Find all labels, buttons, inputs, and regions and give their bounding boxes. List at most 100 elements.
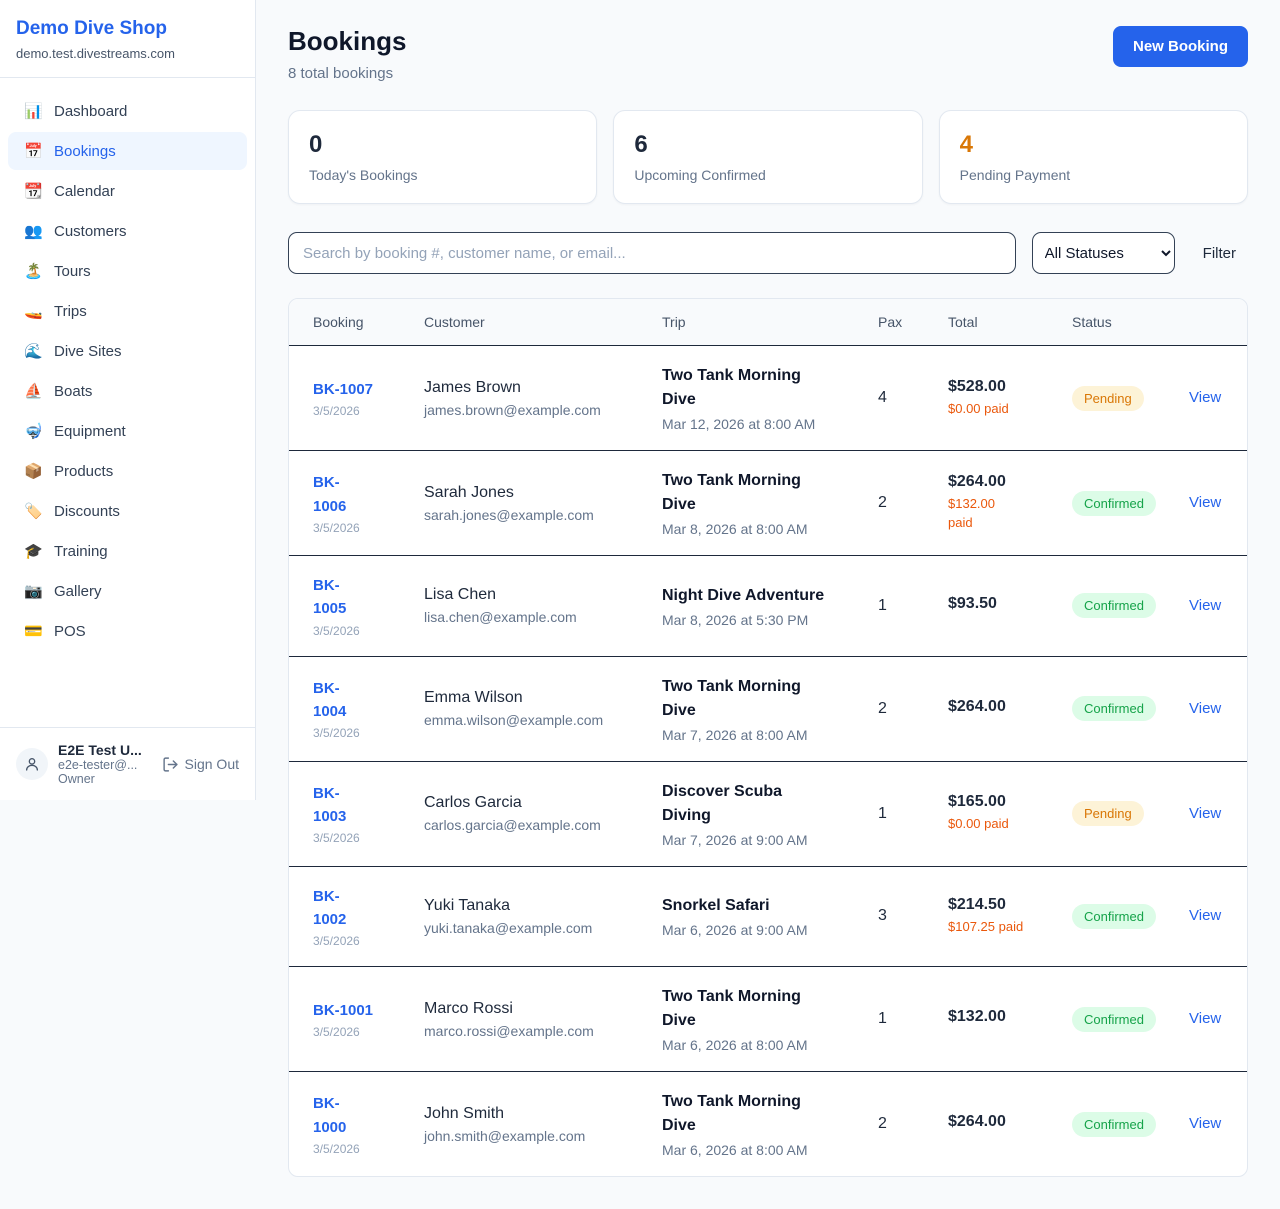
new-booking-button[interactable]: New Booking: [1113, 26, 1248, 67]
booking-id-link[interactable]: BK- 1003: [313, 782, 424, 829]
customer-email: carlos.garcia@example.com: [424, 817, 662, 833]
customer-name: John Smith: [424, 1105, 662, 1123]
status-select[interactable]: All Statuses: [1032, 232, 1175, 274]
customer-name: Lisa Chen: [424, 586, 662, 604]
sidebar-item-trips[interactable]: 🚤 Trips: [8, 292, 247, 330]
view-link[interactable]: View: [1189, 389, 1221, 406]
shop-name: Demo Dive Shop: [16, 18, 239, 40]
booking-id-link[interactable]: BK-1007: [313, 378, 424, 401]
search-input[interactable]: [288, 232, 1016, 274]
sidebar-item-gallery[interactable]: 📷 Gallery: [8, 572, 247, 610]
stat-label: Pending Payment: [960, 167, 1227, 183]
booking-date: 3/5/2026: [313, 1025, 424, 1039]
sidebar-item-dashboard[interactable]: 📊 Dashboard: [8, 92, 247, 130]
view-link[interactable]: View: [1189, 1010, 1221, 1027]
booking-id-link[interactable]: BK- 1005: [313, 574, 424, 621]
stat-card-upcoming-confirmed: 6 Upcoming Confirmed: [613, 110, 922, 204]
trip-name: Discover Scuba Diving: [662, 780, 878, 828]
sidebar-item-label: Customers: [54, 223, 127, 240]
sailboat-icon: ⛵: [24, 382, 42, 400]
camera-icon: 📷: [24, 582, 42, 600]
sign-out-label: Sign Out: [185, 756, 239, 772]
shop-subdomain: demo.test.divestreams.com: [16, 46, 239, 61]
user-role: Owner: [58, 772, 152, 786]
trip-name: Snorkel Safari: [662, 894, 878, 918]
trip-name: Two Tank Morning Dive: [662, 469, 878, 517]
main-content: Bookings 8 total bookings New Booking 0 …: [256, 0, 1280, 1209]
user-name: E2E Test U...: [58, 742, 152, 758]
view-link[interactable]: View: [1189, 700, 1221, 717]
sidebar-item-pos[interactable]: 💳 POS: [8, 612, 247, 650]
booking-id-link[interactable]: BK- 1002: [313, 885, 424, 932]
page-header: Bookings 8 total bookings New Booking: [288, 26, 1248, 82]
customer-name: James Brown: [424, 379, 662, 397]
people-icon: 👥: [24, 222, 42, 240]
paid-amount: $0.00 paid: [948, 400, 1072, 419]
logout-icon: [162, 756, 179, 773]
table-row: BK- 1006 3/5/2026 Sarah Jones sarah.jone…: [289, 451, 1247, 556]
view-link[interactable]: View: [1189, 805, 1221, 822]
booking-date: 3/5/2026: [313, 404, 424, 418]
trip-datetime: Mar 8, 2026 at 8:00 AM: [662, 521, 878, 537]
view-link[interactable]: View: [1189, 907, 1221, 924]
stat-value: 6: [634, 131, 901, 159]
sidebar-item-label: Bookings: [54, 143, 116, 160]
page-title: Bookings: [288, 26, 406, 57]
booking-date: 3/5/2026: [313, 831, 424, 845]
booking-id-link[interactable]: BK- 1000: [313, 1092, 424, 1139]
sidebar-item-training[interactable]: 🎓 Training: [8, 532, 247, 570]
sidebar-item-bookings[interactable]: 📅 Bookings: [8, 132, 247, 170]
trip-datetime: Mar 6, 2026 at 8:00 AM: [662, 1037, 878, 1053]
table-body: BK-1007 3/5/2026 James Brown james.brown…: [289, 346, 1247, 1176]
booking-id-link[interactable]: BK- 1006: [313, 471, 424, 518]
sidebar-item-label: Training: [54, 543, 108, 560]
bar-chart-icon: 📊: [24, 102, 42, 120]
sidebar-item-label: Boats: [54, 383, 92, 400]
stat-card-todays-bookings: 0 Today's Bookings: [288, 110, 597, 204]
booking-id-link[interactable]: BK-1001: [313, 999, 424, 1022]
sidebar-item-label: POS: [54, 623, 86, 640]
island-icon: 🏝️: [24, 262, 42, 280]
customer-email: sarah.jones@example.com: [424, 507, 662, 523]
pax-count: 1: [878, 597, 948, 615]
total-amount: $132.00: [948, 1008, 1072, 1026]
sign-out-button[interactable]: Sign Out: [162, 756, 239, 773]
customer-name: Yuki Tanaka: [424, 897, 662, 915]
sidebar-item-products[interactable]: 📦 Products: [8, 452, 247, 490]
table-row: BK-1001 3/5/2026 Marco Rossi marco.rossi…: [289, 967, 1247, 1072]
person-icon: [24, 756, 40, 772]
table-row: BK- 1000 3/5/2026 John Smith john.smith@…: [289, 1072, 1247, 1176]
pax-count: 2: [878, 1115, 948, 1133]
trip-name: Two Tank Morning Dive: [662, 985, 878, 1033]
sidebar-item-equipment[interactable]: 🤿 Equipment: [8, 412, 247, 450]
sidebar-item-dive-sites[interactable]: 🌊 Dive Sites: [8, 332, 247, 370]
sidebar-item-tours[interactable]: 🏝️ Tours: [8, 252, 247, 290]
column-header-pax: Pax: [878, 299, 948, 345]
booking-date: 3/5/2026: [313, 521, 424, 535]
column-header-total: Total: [948, 299, 1072, 345]
sidebar-item-calendar[interactable]: 📆 Calendar: [8, 172, 247, 210]
sidebar-item-customers[interactable]: 👥 Customers: [8, 212, 247, 250]
customer-name: Emma Wilson: [424, 689, 662, 707]
view-link[interactable]: View: [1189, 494, 1221, 511]
view-link[interactable]: View: [1189, 597, 1221, 614]
customer-name: Carlos Garcia: [424, 794, 662, 812]
sidebar-item-discounts[interactable]: 🏷️ Discounts: [8, 492, 247, 530]
pax-count: 3: [878, 907, 948, 925]
status-badge: Pending: [1072, 801, 1144, 826]
customer-email: james.brown@example.com: [424, 402, 662, 418]
stats-cards: 0 Today's Bookings 6 Upcoming Confirmed …: [288, 110, 1248, 204]
calendar-icon: 📅: [24, 142, 42, 160]
credit-card-icon: 💳: [24, 622, 42, 640]
trip-datetime: Mar 6, 2026 at 8:00 AM: [662, 1142, 878, 1158]
sidebar-item-label: Trips: [54, 303, 87, 320]
view-link[interactable]: View: [1189, 1115, 1221, 1132]
stat-value: 4: [960, 131, 1227, 159]
package-icon: 📦: [24, 462, 42, 480]
booking-id-link[interactable]: BK- 1004: [313, 677, 424, 724]
graduation-cap-icon: 🎓: [24, 542, 42, 560]
filter-button[interactable]: Filter: [1191, 245, 1248, 262]
sidebar-item-boats[interactable]: ⛵ Boats: [8, 372, 247, 410]
user-info: E2E Test U... e2e-tester@... Owner: [58, 742, 152, 786]
customer-email: yuki.tanaka@example.com: [424, 920, 662, 936]
